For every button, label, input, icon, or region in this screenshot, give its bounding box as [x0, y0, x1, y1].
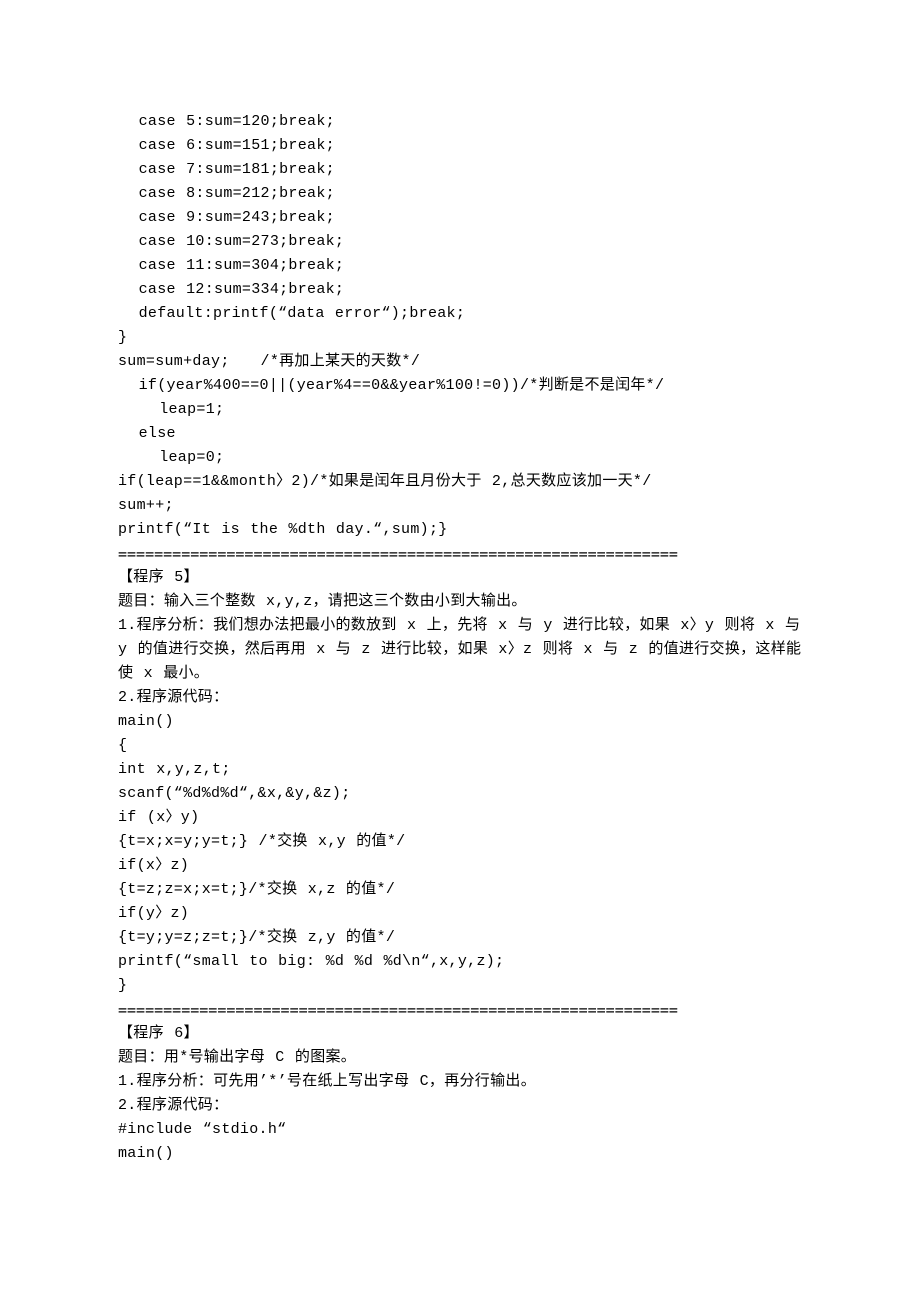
- source-label: 2.程序源代码：: [118, 1094, 800, 1118]
- code-line: leap=0;: [118, 446, 800, 470]
- analysis-text: 1.程序分析：我们想办法把最小的数放到 x 上，先将 x 与 y 进行比较，如果…: [118, 614, 800, 638]
- code-line: sum=sum+day; /*再加上某天的天数*/: [118, 350, 800, 374]
- analysis-text: 使 x 最小。: [118, 662, 800, 686]
- code-line: case 9:sum=243;break;: [118, 206, 800, 230]
- code-line: if(year%400==0||(year%4==0&&year%100!=0)…: [118, 374, 800, 398]
- code-line: default:printf(“data error“);break;: [118, 302, 800, 326]
- program-5-section: 【程序 5】 题目：输入三个整数 x,y,z，请把这三个数由小到大输出。 1.程…: [118, 566, 800, 998]
- code-line: case 6:sum=151;break;: [118, 134, 800, 158]
- code-line: else: [118, 422, 800, 446]
- program-6-section: 【程序 6】 题目：用*号输出字母 C 的图案。 1.程序分析：可先用’*’号在…: [118, 1022, 800, 1166]
- separator: ========================================…: [118, 998, 800, 1022]
- code-line: case 10:sum=273;break;: [118, 230, 800, 254]
- code-line: {: [118, 734, 800, 758]
- code-line: #include “stdio.h“: [118, 1118, 800, 1142]
- code-block-1: case 5:sum=120;break; case 6:sum=151;bre…: [118, 110, 800, 542]
- section-title: 【程序 5】: [118, 566, 800, 590]
- code-line: }: [118, 326, 800, 350]
- code-line: if(y〉z): [118, 902, 800, 926]
- code-line: case 7:sum=181;break;: [118, 158, 800, 182]
- separator: ========================================…: [118, 542, 800, 566]
- code-line: leap=1;: [118, 398, 800, 422]
- code-line: {t=z;z=x;x=t;}/*交换 x,z 的值*/: [118, 878, 800, 902]
- section-title: 【程序 6】: [118, 1022, 800, 1046]
- code-line: printf(“It is the %dth day.“,sum);}: [118, 518, 800, 542]
- code-line: if(leap==1&&month〉2)/*如果是闰年且月份大于 2,总天数应该…: [118, 470, 800, 494]
- source-label: 2.程序源代码：: [118, 686, 800, 710]
- code-line: sum++;: [118, 494, 800, 518]
- code-line: case 5:sum=120;break;: [118, 110, 800, 134]
- code-line: case 11:sum=304;break;: [118, 254, 800, 278]
- code-line: main(): [118, 1142, 800, 1166]
- analysis-text: y 的值进行交换，然后再用 x 与 z 进行比较，如果 x〉z 则将 x 与 z…: [118, 638, 800, 662]
- code-line: case 12:sum=334;break;: [118, 278, 800, 302]
- code-line: if(x〉z): [118, 854, 800, 878]
- code-line: case 8:sum=212;break;: [118, 182, 800, 206]
- code-line: }: [118, 974, 800, 998]
- code-line: printf(“small to big: %d %d %d\n“,x,y,z)…: [118, 950, 800, 974]
- analysis-text: 1.程序分析：可先用’*’号在纸上写出字母 C，再分行输出。: [118, 1070, 800, 1094]
- code-line: if (x〉y): [118, 806, 800, 830]
- document-page: case 5:sum=120;break; case 6:sum=151;bre…: [0, 0, 920, 1302]
- code-line: {t=y;y=z;z=t;}/*交换 z,y 的值*/: [118, 926, 800, 950]
- code-line: int x,y,z,t;: [118, 758, 800, 782]
- code-line: main(): [118, 710, 800, 734]
- problem-text: 题目：用*号输出字母 C 的图案。: [118, 1046, 800, 1070]
- code-line: scanf(“%d%d%d“,&x,&y,&z);: [118, 782, 800, 806]
- problem-text: 题目：输入三个整数 x,y,z，请把这三个数由小到大输出。: [118, 590, 800, 614]
- code-line: {t=x;x=y;y=t;} /*交换 x,y 的值*/: [118, 830, 800, 854]
